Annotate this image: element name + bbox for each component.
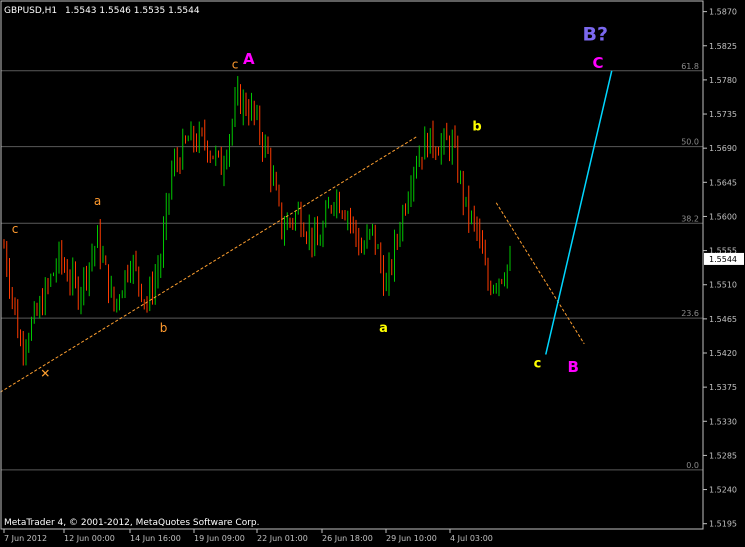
wave-label-magenta: C <box>592 54 603 72</box>
y-tick-label: 1.5735 <box>709 110 737 119</box>
y-tick-label: 1.5825 <box>709 42 737 51</box>
copyright-text: MetaTrader 4, © 2001-2012, MetaQuotes So… <box>4 518 260 528</box>
wave-label-yellow: c <box>534 356 542 371</box>
fib-level-label: 23.6 <box>681 309 699 318</box>
y-tick-label: 1.5780 <box>709 76 737 85</box>
wave-label-magenta: B <box>568 358 579 376</box>
x-tick-label: 29 Jun 10:00 <box>386 534 437 543</box>
x-tick-label: 22 Jun 01:00 <box>257 534 308 543</box>
y-tick-label: 1.5195 <box>709 520 737 529</box>
x-tick-label: 26 Jun 18:00 <box>322 534 373 543</box>
chart-background <box>0 0 745 547</box>
x-tick-label: 12 Jun 00:00 <box>64 534 115 543</box>
wave-label-orange: c <box>232 58 239 72</box>
wave-label-orange: b <box>160 321 168 335</box>
y-tick-label: 1.5510 <box>709 281 737 290</box>
wave-label-yellow: b <box>472 120 481 135</box>
y-tick-label: 1.5420 <box>709 349 737 358</box>
y-tick-label: 1.5375 <box>709 383 737 392</box>
y-tick-label: 1.5690 <box>709 144 737 153</box>
x-tick-label: 4 Jul 03:00 <box>450 534 493 543</box>
wave-label-magenta: A <box>243 50 255 68</box>
y-tick-label: 1.5330 <box>709 417 737 426</box>
symbol-label: GBPUSD,H1 <box>4 6 57 16</box>
y-tick-label: 1.5870 <box>709 8 737 17</box>
x-marker: ✕ <box>40 366 50 380</box>
fib-level-label: 61.8 <box>681 62 699 71</box>
y-tick-label: 1.5240 <box>709 486 737 495</box>
current-price-label: 1.5544 <box>709 255 737 264</box>
price-chart[interactable]: 61.850.038.223.60.0 ✕ cabc Aabc BCB? 1.587… <box>0 0 745 547</box>
fib-level-label: 38.2 <box>681 214 699 223</box>
wave-label-purple: B? <box>582 23 608 45</box>
y-tick-label: 1.5465 <box>709 315 737 324</box>
y-tick-label: 1.5600 <box>709 212 737 221</box>
wave-label-orange: a <box>94 194 101 208</box>
x-tick-label: 14 Jun 16:00 <box>130 534 181 543</box>
y-tick-label: 1.5645 <box>709 178 737 187</box>
y-tick-label: 1.5285 <box>709 451 737 460</box>
wave-label-orange: c <box>12 222 19 236</box>
fib-level-label: 0.0 <box>686 461 699 470</box>
x-tick-label: 19 Jun 09:00 <box>194 534 245 543</box>
x-tick-label: 7 Jun 2012 <box>4 534 47 543</box>
symbol-header: GBPUSD,H1 1.5543 1.5546 1.5535 1.5544 <box>4 6 200 16</box>
wave-label-yellow: a <box>379 321 388 336</box>
ohlc-values: 1.5543 1.5546 1.5535 1.5544 <box>65 6 200 16</box>
fib-level-label: 50.0 <box>681 138 699 147</box>
